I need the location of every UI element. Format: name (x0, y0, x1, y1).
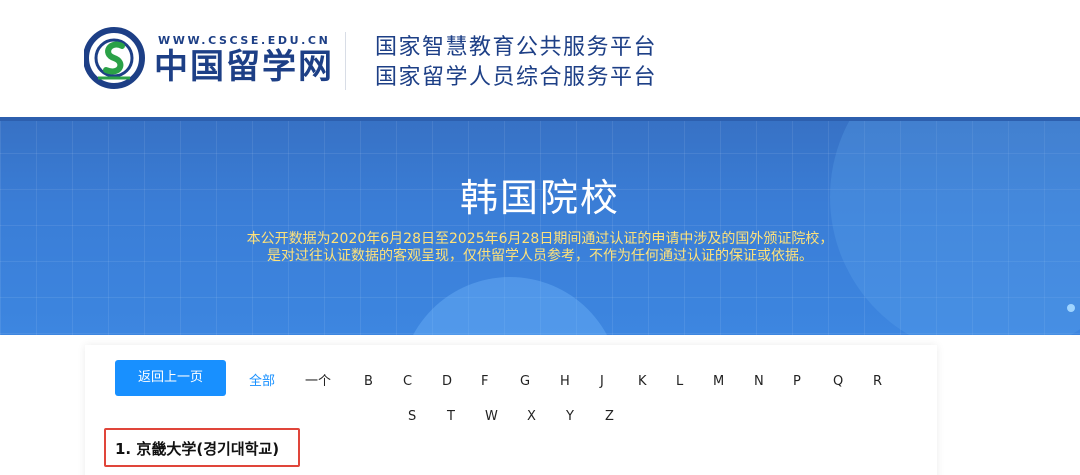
filter-letter[interactable]: C (403, 374, 412, 390)
banner-description: 本公开数据为2020年6月28日至2025年6月28日期间通过认证的申请中涉及的… (0, 231, 1080, 265)
filter-letter[interactable]: B (364, 374, 373, 390)
filter-letter[interactable]: S (408, 409, 416, 425)
content-panel: 返回上一页 全部 一个 B C D F G H J K L M N P Q R … (85, 345, 937, 475)
platform-title-line1: 国家智慧教育公共服务平台 (375, 35, 658, 60)
filter-letter[interactable]: R (873, 374, 882, 390)
header-divider (345, 32, 346, 90)
filter-letter[interactable]: K (638, 374, 647, 390)
logo-name-text: 中国留学网 (154, 47, 334, 87)
filter-letter[interactable]: J (600, 374, 604, 390)
filter-letter[interactable]: M (713, 374, 724, 390)
highlighted-list-item[interactable]: 1. 京畿大学(경기대학교) (104, 428, 300, 467)
banner-dot-decoration (1067, 304, 1075, 312)
site-header: WWW.CSCSE.EDU.CN 中国留学网 国家智慧教育公共服务平台 国家留学… (0, 0, 1080, 117)
site-logo[interactable]: WWW.CSCSE.EDU.CN 中国留学网 (84, 26, 332, 96)
filter-letter[interactable]: Q (833, 374, 843, 390)
cscse-emblem-icon (84, 27, 145, 89)
filter-letter[interactable]: 一个 (305, 374, 331, 390)
filter-letter[interactable]: G (520, 374, 530, 390)
banner-description-line2: 是对过往认证数据的客观呈现，仅供留学人员参考，不作为任何通过认证的保证或依据。 (267, 248, 813, 264)
filter-letter[interactable]: X (527, 409, 536, 425)
filter-letter[interactable]: P (793, 374, 801, 390)
filter-letter[interactable]: L (676, 374, 683, 390)
page-title: 韩国院校 (459, 176, 620, 220)
filter-all[interactable]: 全部 (249, 374, 275, 390)
filter-letter[interactable]: Z (605, 409, 614, 425)
filter-letter[interactable]: W (485, 409, 498, 425)
filter-letter[interactable]: N (754, 374, 764, 390)
filter-letter[interactable]: Y (566, 409, 574, 425)
back-button[interactable]: 返回上一页 (115, 360, 226, 396)
logo-url-text: WWW.CSCSE.EDU.CN (158, 34, 331, 47)
banner-top-border (0, 117, 1080, 121)
filter-letter[interactable]: H (560, 374, 570, 390)
university-name: 1. 京畿大学(경기대학교) (115, 440, 280, 458)
filter-letter[interactable]: T (447, 409, 455, 425)
filter-letter[interactable]: F (481, 374, 488, 390)
page-banner: 韩国院校 本公开数据为2020年6月28日至2025年6月28日期间通过认证的申… (0, 117, 1080, 335)
banner-description-line1: 本公开数据为2020年6月28日至2025年6月28日期间通过认证的申请中涉及的… (246, 231, 834, 247)
filter-letter[interactable]: D (442, 374, 452, 390)
platform-title: 国家智慧教育公共服务平台 国家留学人员综合服务平台 (375, 33, 657, 93)
platform-title-line2: 国家留学人员综合服务平台 (375, 65, 658, 90)
